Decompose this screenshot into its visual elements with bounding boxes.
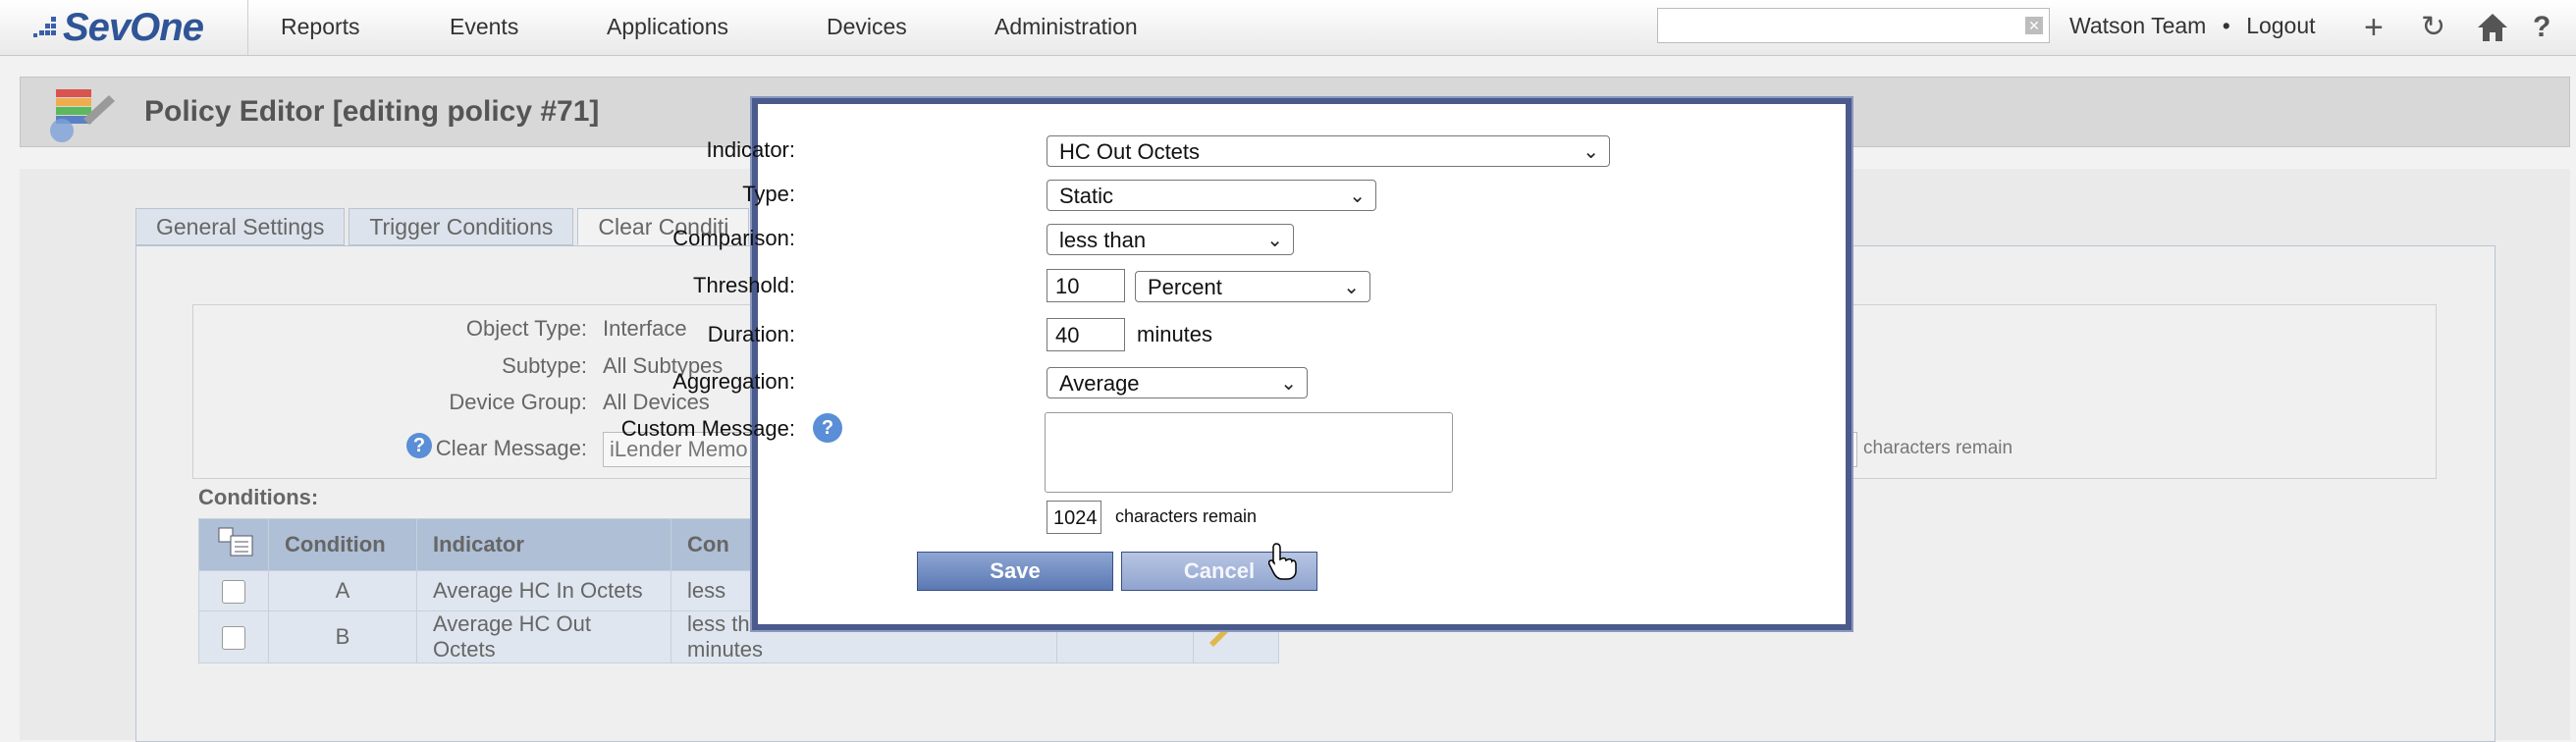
custom-message-label: Custom Message: bbox=[620, 416, 795, 441]
tab-general-settings[interactable]: General Settings bbox=[135, 208, 346, 245]
chevron-down-icon: ⌄ bbox=[1266, 230, 1283, 251]
condition-header[interactable]: Condition bbox=[268, 518, 417, 571]
logout-link[interactable]: Logout bbox=[2246, 13, 2315, 38]
nav-events[interactable]: Events bbox=[450, 14, 518, 40]
clear-search-icon[interactable]: ✕ bbox=[2025, 17, 2043, 34]
policy-editor-icon bbox=[50, 89, 115, 142]
chevron-down-icon: ⌄ bbox=[1583, 141, 1599, 163]
comparison-label: Comparison: bbox=[672, 226, 795, 250]
indicator-label: Indicator: bbox=[706, 137, 796, 162]
duration-label: Duration: bbox=[707, 322, 795, 346]
logo-text: SevOne bbox=[63, 5, 204, 49]
user-name[interactable]: Watson Team bbox=[2069, 13, 2206, 38]
nav-applications[interactable]: Applications bbox=[607, 14, 728, 40]
type-label: Type: bbox=[742, 182, 795, 206]
logo-mark-icon bbox=[31, 17, 59, 38]
refresh-icon[interactable]: ↻ bbox=[2421, 8, 2445, 47]
page-title: Policy Editor [editing policy #71] bbox=[144, 95, 600, 128]
indicator-cell: Average HC Out Octets bbox=[416, 610, 671, 663]
nav-administration[interactable]: Administration bbox=[994, 14, 1138, 40]
threshold-label: Threshold: bbox=[693, 273, 795, 297]
save-button[interactable]: Save bbox=[917, 552, 1113, 591]
chevron-down-icon: ⌄ bbox=[1343, 277, 1360, 298]
condition-cell: B bbox=[268, 610, 417, 663]
custom-message-help-icon[interactable]: ? bbox=[813, 413, 842, 443]
indicator-cell: Average HC In Octets bbox=[416, 570, 671, 611]
aggregation-label: Aggregation: bbox=[672, 369, 795, 394]
char-count-field: 1024 bbox=[1046, 501, 1101, 534]
threshold-unit-select[interactable]: Percent ⌄ bbox=[1135, 271, 1370, 302]
row-checkbox[interactable] bbox=[222, 626, 245, 651]
clear-characters-remain: characters remain bbox=[1863, 438, 2013, 458]
edit-condition-dialog: Indicator: HC Out Octets ⌄ Type: Static ⌄ … bbox=[621, 98, 1852, 630]
search-input[interactable]: ✕ bbox=[1657, 8, 2050, 43]
chevron-down-icon: ⌄ bbox=[1280, 373, 1297, 395]
characters-remain: characters remain bbox=[1115, 506, 1258, 526]
help-icon[interactable]: ? bbox=[2533, 8, 2550, 47]
chevron-down-icon: ⌄ bbox=[1349, 186, 1366, 207]
condition-cell: A bbox=[268, 570, 417, 611]
home-icon[interactable] bbox=[2476, 12, 2509, 43]
select-all-icon[interactable] bbox=[198, 518, 269, 571]
comparison-select[interactable]: less than ⌄ bbox=[1046, 224, 1294, 255]
row-checkbox[interactable] bbox=[222, 580, 245, 605]
conditions-title: Conditions: bbox=[198, 485, 319, 509]
custom-message-field[interactable] bbox=[1045, 412, 1453, 493]
threshold-input[interactable]: 10 bbox=[1046, 269, 1125, 302]
user-separator: • bbox=[2222, 13, 2230, 38]
user-area: Watson Team • Logout bbox=[2069, 13, 2316, 39]
hand-cursor-icon bbox=[1268, 543, 1297, 580]
type-select[interactable]: Static ⌄ bbox=[1046, 180, 1376, 211]
duration-unit: minutes bbox=[1137, 322, 1213, 346]
indicator-header[interactable]: Indicator bbox=[416, 518, 671, 571]
top-nav-bar: SevOne Reports Events Applications Devic… bbox=[0, 0, 2576, 56]
indicator-select[interactable]: HC Out Octets ⌄ bbox=[1046, 135, 1610, 167]
nav-devices[interactable]: Devices bbox=[827, 14, 907, 40]
sevone-logo[interactable]: SevOne bbox=[31, 5, 204, 49]
aggregation-select[interactable]: Average ⌄ bbox=[1046, 367, 1308, 398]
duration-input[interactable]: 40 bbox=[1046, 318, 1125, 351]
nav-reports[interactable]: Reports bbox=[281, 14, 360, 40]
add-icon[interactable]: + bbox=[2364, 8, 2384, 47]
